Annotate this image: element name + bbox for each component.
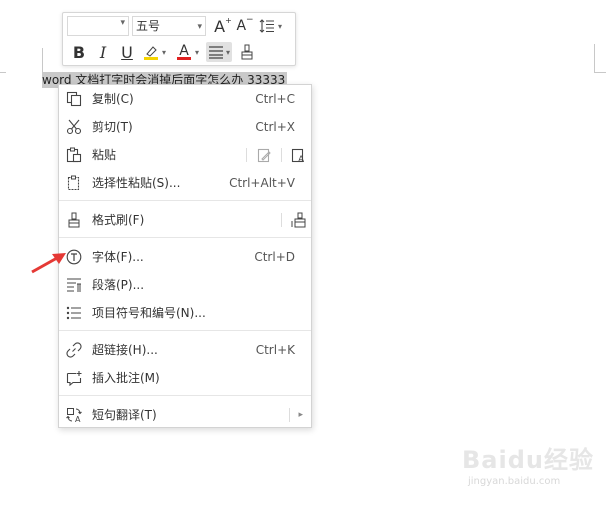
menu-item-shortcut: Ctrl+D [254,250,295,264]
menu-item-bullets-numbering[interactable]: 项目符号和编号(N)... [59,300,311,326]
grow-font-label: A [214,16,226,36]
menu-item-label: 剪切(T) [92,120,133,134]
page-corner-right [594,72,606,73]
toolbar-row-format: B I U ▾ A ▾ ▾ [63,40,256,64]
align-button[interactable]: ▾ [206,42,233,62]
font-color-swatch [177,56,191,60]
comment-icon [66,371,82,386]
font-name-select[interactable]: ▾ [67,16,129,36]
chevron-down-icon: ▾ [226,47,231,57]
menu-divider [246,148,247,162]
watermark-brand: Baidu经验 [462,446,594,474]
annotation-arrow-icon [31,253,66,274]
chevron-down-icon[interactable]: ▾ [194,42,200,62]
highlighter-icon [144,46,158,60]
menu-item-label: 插入批注(M) [92,371,160,385]
page-margin-left [42,48,43,72]
menu-item-label: 字体(F)... [92,250,144,264]
menu-item-label: 项目符号和编号(N)... [92,306,206,320]
menu-divider [289,408,290,422]
menu-item-label: 短句翻译(T) [92,408,157,422]
list-icon [66,306,81,320]
highlight-button[interactable] [142,42,160,62]
paste-keep-format-icon[interactable] [256,147,272,163]
menu-item-label: 选择性粘贴(S)... [92,176,181,190]
format-painter-multi-icon[interactable] [291,212,307,228]
menu-item-shortcut: Ctrl+C [255,92,295,106]
page-margin-right [594,44,595,72]
baidu-watermark: Baidu经验 jingyan.baidu.com [462,440,602,496]
format-painter-button[interactable] [238,42,256,62]
watermark-url: jingyan.baidu.com [468,476,561,487]
scissors-icon [66,119,82,135]
svg-text:A: A [75,415,81,423]
link-icon [66,342,82,358]
italic-button[interactable]: I [94,42,112,62]
paste-icon [66,147,82,163]
copy-icon [66,91,82,107]
chevron-down-icon: ▾ [120,18,125,28]
italic-label: I [99,42,107,62]
chevron-down-icon[interactable]: ▾ [161,42,167,62]
menu-item-shortcut: Ctrl+K [255,343,295,357]
menu-divider [281,148,282,162]
chevron-down-icon[interactable]: ▾ [277,16,283,36]
grow-font-button[interactable]: A + [214,16,232,36]
menu-separator [59,237,311,238]
svg-text:A: A [298,155,305,163]
menu-item-format-painter[interactable]: 格式刷(F) [59,207,311,233]
menu-item-paste[interactable]: 粘贴 A [59,142,311,168]
font-size-value: 五号 [136,19,161,33]
menu-item-shortcut: Ctrl+Alt+V [229,176,295,190]
submenu-arrow-icon[interactable]: ▸ [298,402,303,428]
shrink-font-label: A [236,18,247,34]
menu-item-copy[interactable]: 复制(C) Ctrl+C [59,86,311,112]
paste-text-only-icon[interactable]: A [291,147,307,163]
menu-item-shortcut: Ctrl+X [255,120,295,134]
bold-button[interactable]: B [70,42,88,62]
font-color-button[interactable]: A [175,42,193,62]
page-corner-left [0,72,6,73]
paste-special-icon [67,175,80,191]
context-menu: 复制(C) Ctrl+C 剪切(T) Ctrl+X 粘贴 A 选择性粘贴(S).… [58,84,312,428]
menu-item-label: 复制(C) [92,92,134,106]
menu-item-translate[interactable]: A 短句翻译(T) ▸ [59,402,311,428]
align-justify-icon [209,46,223,59]
menu-item-label: 段落(P)... [92,278,145,292]
format-painter-icon [241,44,253,60]
shrink-font-button[interactable]: A − [236,15,254,36]
paragraph-icon [67,278,81,292]
menu-separator [59,200,311,201]
menu-item-label: 超链接(H)... [92,343,158,357]
toolbar-row-font: ▾ 五号 ▾ A + A − ▾ [63,14,283,38]
underline-label: U [121,42,133,62]
chevron-down-icon: ▾ [197,22,202,32]
menu-item-font[interactable]: 字体(F)... Ctrl+D [59,244,311,270]
translate-icon: A [66,408,82,423]
menu-item-paste-special[interactable]: 选择性粘贴(S)... Ctrl+Alt+V [59,170,311,196]
font-size-select[interactable]: 五号 ▾ [132,16,206,36]
line-spacing-icon [259,19,274,33]
menu-item-paragraph[interactable]: 段落(P)... [59,272,311,298]
menu-divider [281,213,282,227]
bold-label: B [72,42,86,62]
line-spacing-button[interactable] [258,16,276,36]
menu-item-insert-comment[interactable]: 插入批注(M) [59,365,311,391]
menu-separator [59,395,311,396]
format-painter-icon [68,212,80,228]
menu-item-hyperlink[interactable]: 超链接(H)... Ctrl+K [59,337,311,363]
underline-button[interactable]: U [118,42,136,62]
menu-item-cut[interactable]: 剪切(T) Ctrl+X [59,114,311,140]
mini-toolbar: ▾ 五号 ▾ A + A − ▾ B I U ▾ A ▾ ▾ [62,12,296,66]
menu-item-label: 格式刷(F) [92,213,145,227]
menu-item-label: 粘贴 [92,148,117,162]
menu-separator [59,330,311,331]
font-color-label: A [179,42,189,59]
